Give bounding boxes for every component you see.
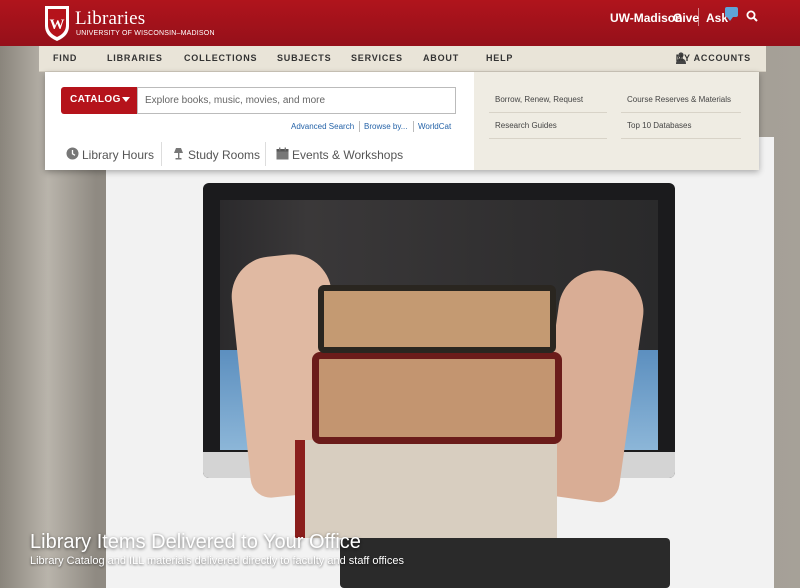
site-header: W Libraries UNIVERSITY OF WISCONSIN–MADI…: [0, 0, 800, 46]
nav-find[interactable]: FIND: [53, 53, 77, 63]
clock-icon: [66, 147, 79, 160]
tool-separator: [161, 142, 162, 166]
my-accounts-link[interactable]: MY ACCOUNTS: [676, 53, 751, 63]
main-nav: FIND LIBRARIES COLLECTIONS SUBJECTS SERV…: [39, 46, 766, 72]
divider: [698, 8, 699, 26]
uw-crest-logo[interactable]: W: [43, 4, 71, 42]
link-separator: [359, 121, 360, 132]
study-rooms-link[interactable]: Study Rooms: [188, 148, 260, 162]
course-reserves-link[interactable]: Course Reserves & Materials: [627, 95, 731, 104]
nav-about[interactable]: ABOUT: [423, 53, 459, 63]
quick-link-rule: [621, 138, 741, 139]
link-separator: [413, 121, 414, 132]
chat-bubble-icon[interactable]: [725, 7, 738, 21]
nav-collections[interactable]: COLLECTIONS: [184, 53, 257, 63]
search-icon[interactable]: [746, 10, 758, 22]
uw-madison-link[interactable]: UW-Madison: [610, 11, 682, 25]
book-bottom-image: [295, 440, 557, 538]
calendar-icon: [276, 147, 289, 160]
nav-libraries[interactable]: LIBRARIES: [107, 53, 163, 63]
book-middle-image: [312, 352, 562, 444]
nav-services[interactable]: SERVICES: [351, 53, 403, 63]
worldcat-link[interactable]: WorldCat: [418, 122, 451, 131]
research-guides-link[interactable]: Research Guides: [495, 121, 557, 130]
catalog-search-input[interactable]: Explore books, music, movies, and more: [137, 87, 456, 114]
tool-separator: [265, 142, 266, 166]
borrow-renew-request-link[interactable]: Borrow, Renew, Request: [495, 95, 583, 104]
lamp-icon: [174, 148, 183, 160]
quick-link-rule: [489, 112, 607, 113]
quick-link-rule: [489, 138, 607, 139]
browse-by-link[interactable]: Browse by...: [364, 122, 407, 131]
hero-subtitle: Library Catalog and ILL materials delive…: [30, 555, 404, 567]
advanced-search-link[interactable]: Advanced Search: [291, 122, 354, 131]
top-10-databases-link[interactable]: Top 10 Databases: [627, 121, 692, 130]
quick-link-rule: [621, 112, 741, 113]
nav-help[interactable]: HELP: [486, 53, 513, 63]
events-workshops-link[interactable]: Events & Workshops: [292, 148, 403, 162]
hero-title[interactable]: Library Items Delivered to Your Office: [30, 531, 361, 554]
give-link[interactable]: Give: [673, 11, 699, 25]
svg-text:W: W: [50, 17, 65, 33]
brand-subtitle: UNIVERSITY OF WISCONSIN–MADISON: [76, 30, 215, 37]
nav-subjects[interactable]: SUBJECTS: [277, 53, 331, 63]
book-top-image: [318, 285, 556, 353]
library-hours-link[interactable]: Library Hours: [82, 148, 154, 162]
brand-title[interactable]: Libraries: [75, 8, 145, 30]
chevron-down-icon[interactable]: [122, 97, 130, 102]
